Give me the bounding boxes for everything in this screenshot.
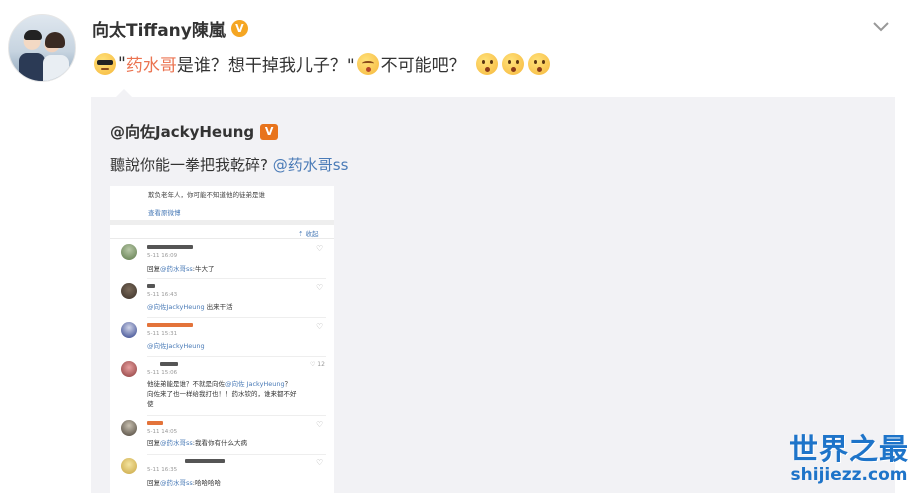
comment-avatar xyxy=(121,322,137,338)
comment-text-line3: 使 xyxy=(147,400,154,408)
divider xyxy=(110,220,334,225)
cool-emoji-icon xyxy=(94,52,116,75)
divider xyxy=(147,317,326,318)
blush-emoji-icon xyxy=(356,52,379,75)
chevron-down-icon[interactable] xyxy=(871,20,891,34)
avatar-figure xyxy=(19,53,45,81)
comment-text: 回复@药水哥ss:牛大了 xyxy=(147,265,215,273)
verified-badge-icon: V xyxy=(260,123,279,140)
shot-top-text: 欺负老年人，你可能不知道他的徒弟是谁 xyxy=(148,191,265,199)
avatar-figure xyxy=(24,30,42,40)
comment-avatar xyxy=(121,420,137,436)
like-icon: ♡ xyxy=(316,458,324,467)
view-original-link: 查看原微博 xyxy=(148,209,181,217)
post-text-middle: 是谁？想干掉我儿子？" xyxy=(176,56,355,76)
watermark-en: shijiezz.com xyxy=(790,465,908,485)
comment-time: 5-11 16:09 xyxy=(147,253,178,259)
comment-avatar xyxy=(121,244,137,260)
comment-time: 5-11 15:06 xyxy=(147,370,178,376)
comment-text: 他徒弟能是谁？不就是向佐@向佐 JackyHeung？ xyxy=(147,380,292,388)
post-text-end: 不可能吧？ xyxy=(380,56,466,76)
divider xyxy=(147,454,326,455)
like-icon: ♡ xyxy=(316,244,324,253)
comment-text: 回复@药水哥ss:哈哈哈哈 xyxy=(147,479,221,487)
avatar-figure xyxy=(43,55,69,81)
comment-avatar xyxy=(121,458,137,474)
think-emoji-icon xyxy=(501,52,524,75)
post-text-open-quote: " xyxy=(118,53,126,74)
avatar-figure xyxy=(45,32,65,48)
divider xyxy=(147,278,326,279)
comment-time: 5-11 16:43 xyxy=(147,292,178,298)
divider xyxy=(147,415,326,416)
watermark-cn: 世界之最 xyxy=(789,432,910,466)
comment-username-redacted xyxy=(147,284,155,288)
divider xyxy=(147,356,326,357)
like-count: ♡ 12 xyxy=(310,361,325,368)
like-icon: ♡ xyxy=(316,322,324,331)
comment-time: 5-11 14:05 xyxy=(147,429,178,435)
comment-username-redacted xyxy=(185,459,225,463)
quoted-author-name[interactable]: @向佐JackyHeung xyxy=(110,121,254,142)
comment-username-redacted xyxy=(160,362,178,366)
avatar[interactable] xyxy=(8,14,76,82)
post-author-name[interactable]: 向太Tiffany陳嵐 xyxy=(92,16,226,41)
post-text: " 药水哥 是谁？想干掉我儿子？" 不可能吧？ xyxy=(92,51,552,76)
collapse-link: ⇡ 收起 xyxy=(298,230,319,238)
think-emoji-icon xyxy=(475,52,498,75)
quoted-text: 聽說你能一拳把我乾碎? @药水哥ss xyxy=(110,154,348,175)
quote-pointer xyxy=(116,89,132,97)
comment-avatar xyxy=(121,283,137,299)
comment-username-redacted xyxy=(147,421,163,425)
site-watermark: 世界之最 shijiezz.com xyxy=(789,433,909,485)
comment-avatar xyxy=(121,361,137,377)
comment-time: 5-11 15:31 xyxy=(147,331,178,337)
comment-text: @向佐JackyHeung xyxy=(147,342,205,350)
quoted-text-body: 聽說你能一拳把我乾碎? xyxy=(110,156,268,174)
quoted-author[interactable]: @向佐JackyHeung V xyxy=(110,121,279,142)
quoted-mention-link[interactable]: @药水哥ss xyxy=(273,156,349,174)
like-icon: ♡ xyxy=(316,283,324,292)
comment-text-line2: 向佐来了也一样给我打也！！药水钦的，谁来都不好 xyxy=(147,390,297,398)
like-icon: ♡ xyxy=(316,420,324,429)
post-author[interactable]: 向太Tiffany陳嵐 V xyxy=(92,16,248,41)
mention-link[interactable]: 药水哥 xyxy=(126,51,177,76)
comment-time: 5-11 16:35 xyxy=(147,467,178,473)
comment-text: 回复@药水哥ss:我看你有什么大病 xyxy=(147,439,247,447)
comment-username-redacted xyxy=(147,245,193,249)
verified-badge-icon: V xyxy=(230,20,248,37)
divider xyxy=(110,238,334,239)
comment-username-redacted xyxy=(147,323,193,327)
comment-text: @向佐JackyHeung 出来干活 xyxy=(147,303,233,311)
embedded-screenshot[interactable]: 欺负老年人，你可能不知道他的徒弟是谁 查看原微博 ⇡ 收起 5-11 16:09… xyxy=(110,186,334,493)
think-emoji-icon xyxy=(527,52,550,75)
